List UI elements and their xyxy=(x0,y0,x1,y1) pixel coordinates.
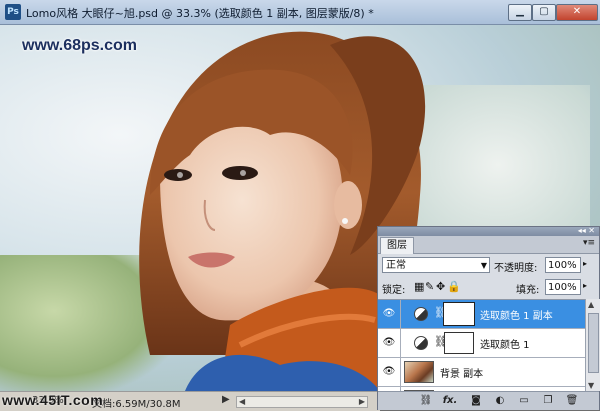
layer-name: 背景 副本 xyxy=(440,369,484,380)
status-menu-arrow[interactable]: ▶ xyxy=(222,394,230,405)
panel-collapse-close[interactable]: ◂◂ ✕ xyxy=(578,226,595,235)
lock-paint-icon[interactable]: ✎ xyxy=(425,280,436,293)
lock-transparency-icon[interactable]: ▦ xyxy=(414,280,425,293)
scroll-down-icon[interactable]: ▼ xyxy=(588,381,594,390)
close-button[interactable]: ✕ xyxy=(556,4,598,21)
blend-mode-select[interactable]: 正常 ▼ xyxy=(382,257,490,273)
lock-move-icon[interactable]: ✥ xyxy=(436,280,447,293)
layer-name: 选取颜色 1 副本 xyxy=(480,311,553,322)
tab-layers[interactable]: 图层 xyxy=(380,237,414,254)
eye-icon[interactable]: 👁 xyxy=(382,366,396,377)
trash-icon[interactable]: 🗑 xyxy=(564,394,580,407)
layer-mask-thumbnail[interactable] xyxy=(443,302,475,326)
chevron-down-icon: ▼ xyxy=(480,261,487,270)
watermark-45it: www.45IT.com xyxy=(2,392,104,408)
scrollbar-thumb[interactable] xyxy=(588,313,599,373)
eye-icon[interactable]: 👁 xyxy=(382,308,396,319)
fill-input[interactable]: 100% xyxy=(545,279,581,295)
layer-row[interactable]: 👁 ⛓ 选取颜色 1 xyxy=(378,329,585,358)
minimize-button[interactable]: ▁ xyxy=(508,4,532,21)
layer-thumbnail[interactable] xyxy=(404,361,434,383)
opacity-slider-icon[interactable]: ▸ xyxy=(583,259,587,268)
scroll-left-icon[interactable]: ◀ xyxy=(239,397,245,407)
window-titlebar: Ps Lomo风格 大眼仔~旭.psd @ 33.3% (选取颜色 1 副本, … xyxy=(0,0,600,25)
adjustment-icon[interactable]: ◐ xyxy=(492,394,508,407)
fill-label: 填充: xyxy=(516,285,540,296)
scroll-up-icon[interactable]: ▲ xyxy=(588,300,594,309)
panel-menu-icon[interactable]: ▾≡ xyxy=(583,238,595,248)
document-title: Lomo风格 大眼仔~旭.psd @ 33.3% (选取颜色 1 副本, 图层蒙… xyxy=(26,7,374,20)
layers-toolbar: ⛓ fx. ◙ ◐ ▭ ❐ 🗑 xyxy=(378,391,599,410)
maximize-button[interactable]: ▢ xyxy=(532,4,556,21)
panel-header[interactable]: ◂◂ ✕ xyxy=(378,226,599,236)
photoshop-app-icon: Ps xyxy=(5,4,21,20)
document-size: 文档:6.59M/30.8M xyxy=(92,399,181,410)
opacity-label: 不透明度: xyxy=(494,263,538,274)
lock-icons: ▦✎✥🔒 xyxy=(414,280,461,293)
blend-row: 正常 ▼ 不透明度: 100% ▸ xyxy=(382,257,595,275)
fx-icon[interactable]: fx. xyxy=(442,394,458,407)
selective-color-adjustment-icon xyxy=(414,307,428,321)
layers-list: 👁 ⛓ 选取颜色 1 副本 👁 ⛓ 选取颜色 1 👁 背景 副本 👁 背景 xyxy=(378,299,585,392)
lock-all-icon[interactable]: 🔒 xyxy=(447,280,461,293)
opacity-input[interactable]: 100% xyxy=(545,257,581,273)
new-layer-icon[interactable]: ❐ xyxy=(540,394,556,407)
selective-color-adjustment-icon xyxy=(414,336,428,350)
layer-mask-thumbnail[interactable] xyxy=(444,332,474,354)
layer-name: 选取颜色 1 xyxy=(480,340,530,351)
horizontal-scrollbar[interactable]: ◀ ▶ xyxy=(236,396,368,408)
scroll-right-icon[interactable]: ▶ xyxy=(359,397,365,407)
layers-panel: ◂◂ ✕ 图层 ▾≡ 正常 ▼ 不透明度: 100% ▸ 锁定: ▦✎✥🔒 填充… xyxy=(377,226,600,410)
eye-icon[interactable]: 👁 xyxy=(382,337,396,348)
lock-row: 锁定: ▦✎✥🔒 填充: 100% ▸ xyxy=(382,279,595,297)
fill-slider-icon[interactable]: ▸ xyxy=(583,281,587,290)
mask-icon[interactable]: ◙ xyxy=(468,394,484,407)
layer-row[interactable]: 👁 背景 副本 xyxy=(378,358,585,387)
blend-mode-value: 正常 xyxy=(386,260,406,271)
link-icon[interactable]: ⛓ xyxy=(418,394,434,407)
group-icon[interactable]: ▭ xyxy=(516,394,532,407)
panel-tab-bar: 图层 ▾≡ xyxy=(378,236,599,254)
layers-scrollbar[interactable]: ▲ ▼ xyxy=(585,299,600,391)
watermark-68ps: www.68ps.com xyxy=(22,37,137,54)
layer-row[interactable]: 👁 ⛓ 选取颜色 1 副本 xyxy=(378,300,585,329)
lock-label: 锁定: xyxy=(382,285,406,296)
